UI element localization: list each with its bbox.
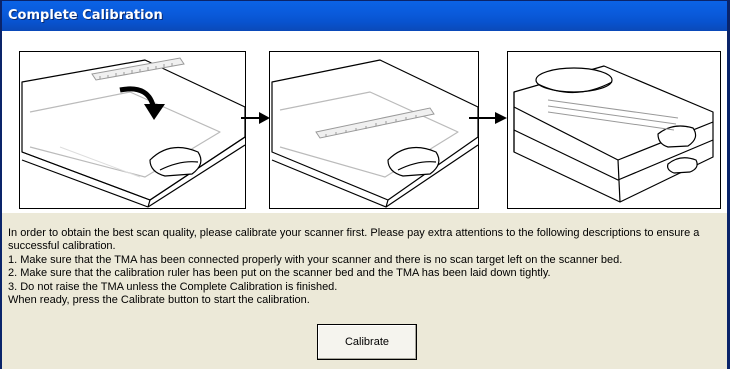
step3-illustration xyxy=(507,51,721,209)
scanner-tma-closed-image xyxy=(513,65,714,203)
calibration-dialog: Complete Calibration In order to obtain … xyxy=(0,0,730,369)
instructions-text: In order to obtain the best scan quality… xyxy=(8,227,723,307)
scanner-with-ruler-image xyxy=(21,57,246,208)
ready-text: When ready, press the Calibrate button t… xyxy=(8,294,310,307)
step2-illustration xyxy=(269,51,479,209)
instruction-item: 3. Do not raise the TMA unless the Compl… xyxy=(8,280,338,293)
scanner-lid-down-image xyxy=(271,59,479,208)
right-arrow-icon xyxy=(241,112,270,124)
window-title: Complete Calibration xyxy=(2,1,727,31)
instruction-item: 1. Make sure that the TMA has been conne… xyxy=(8,253,623,266)
right-arrow-icon xyxy=(469,112,507,124)
calibrate-button[interactable]: Calibrate xyxy=(317,324,417,360)
intro-text: In order to obtain the best scan quality… xyxy=(8,227,700,253)
instruction-item: 2. Make sure that the calibration ruler … xyxy=(8,267,551,280)
step1-illustration xyxy=(19,51,246,209)
illustration-area xyxy=(2,31,727,213)
